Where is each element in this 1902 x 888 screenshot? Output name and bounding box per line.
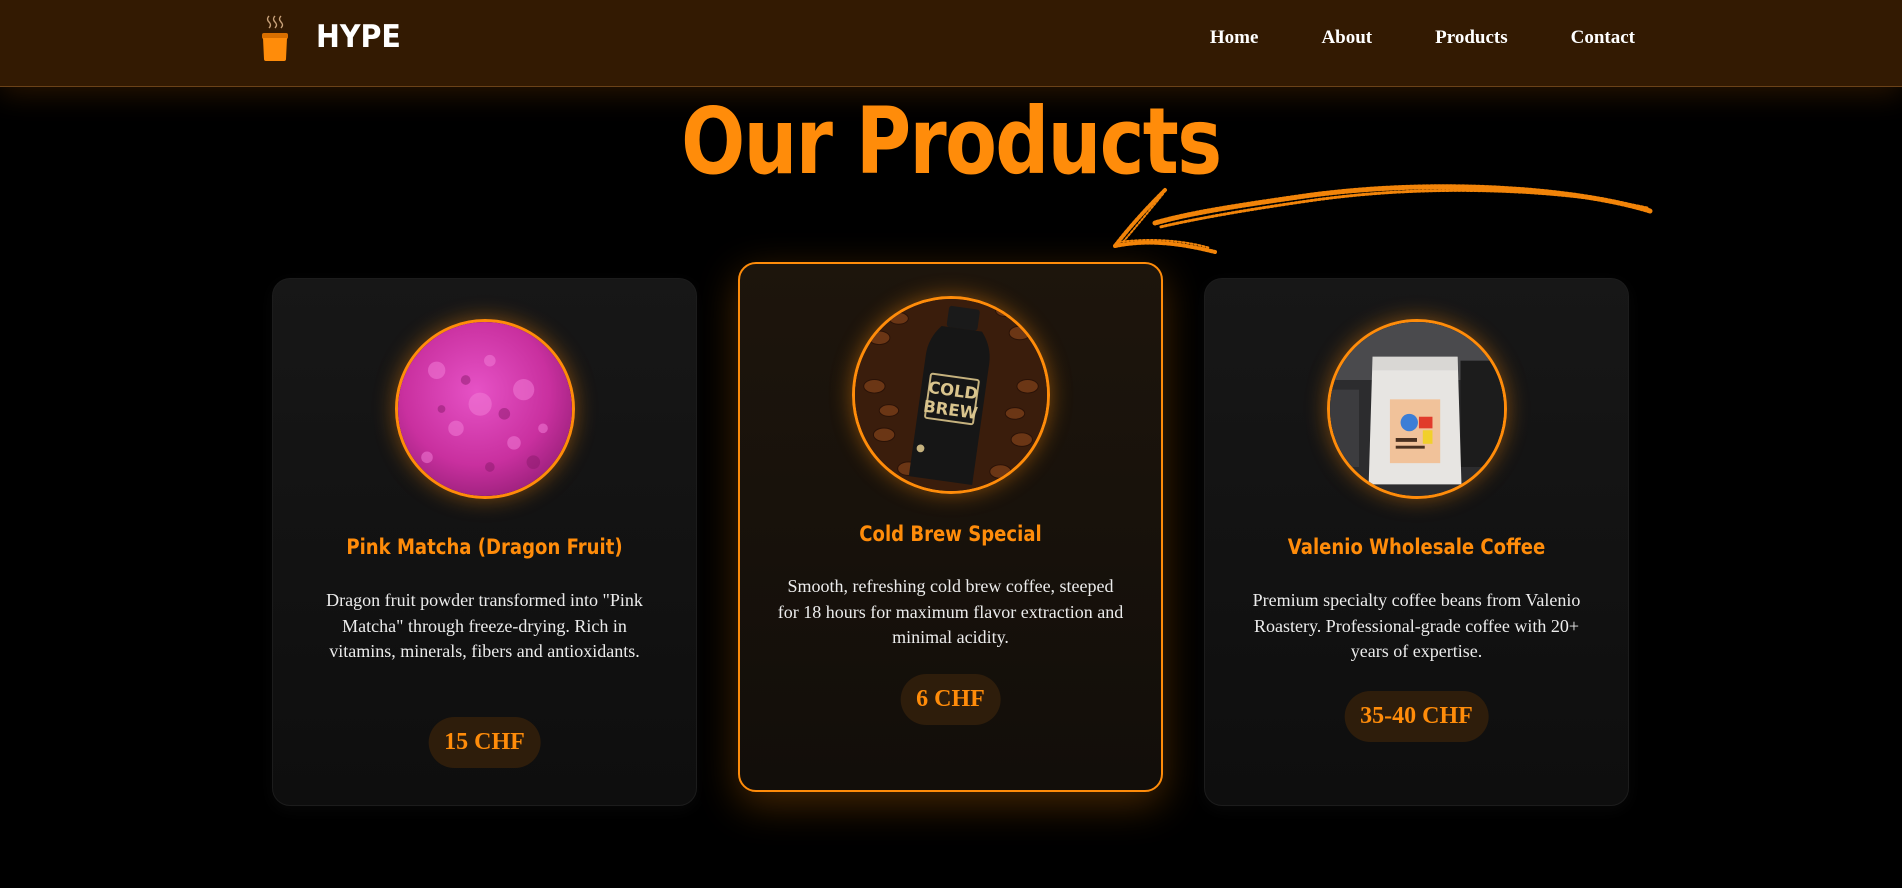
product-card-valenio[interactable]: Valenio Wholesale Coffee Premium special… — [1204, 278, 1629, 806]
site-header: HYPE Home About Products Contact — [0, 0, 1902, 87]
hand-drawn-arrow-icon — [1113, 184, 1653, 254]
product-description: Dragon fruit powder transformed into "Pi… — [326, 590, 643, 661]
brand-name: HYPE — [316, 19, 401, 55]
logo[interactable]: HYPE — [258, 12, 408, 62]
price-badge: 35-40 CHF — [1344, 691, 1489, 742]
coffee-bag-image — [1326, 319, 1507, 499]
nav-about[interactable]: About — [1321, 27, 1372, 49]
nav-home[interactable]: Home — [1210, 27, 1259, 49]
page-title: Our Products — [681, 88, 1222, 195]
cold-brew-bottle-image: COLD BREW — [851, 296, 1050, 494]
nav-products[interactable]: Products — [1435, 27, 1507, 49]
price-badge: 15 CHF — [428, 717, 541, 768]
coffee-cup-icon — [262, 15, 288, 61]
nav-contact[interactable]: Contact — [1571, 27, 1635, 49]
product-description: Smooth, refreshing cold brew coffee, ste… — [777, 576, 1124, 647]
product-card-cold-brew[interactable]: COLD BREW Cold Brew Special Smooth, refr… — [738, 262, 1163, 792]
product-description: Premium specialty coffee beans from Vale… — [1252, 590, 1581, 661]
pink-powder-image — [394, 319, 575, 499]
product-title: Cold Brew Special — [859, 522, 1042, 546]
price-badge: 6 CHF — [900, 674, 1001, 725]
product-title: Pink Matcha (Dragon Fruit) — [346, 535, 623, 559]
product-title: Valenio Wholesale Coffee — [1287, 535, 1546, 559]
main-nav: Home About Products Contact — [1210, 27, 1635, 49]
product-card-pink-matcha[interactable]: Pink Matcha (Dragon Fruit) Dragon fruit … — [272, 278, 697, 806]
